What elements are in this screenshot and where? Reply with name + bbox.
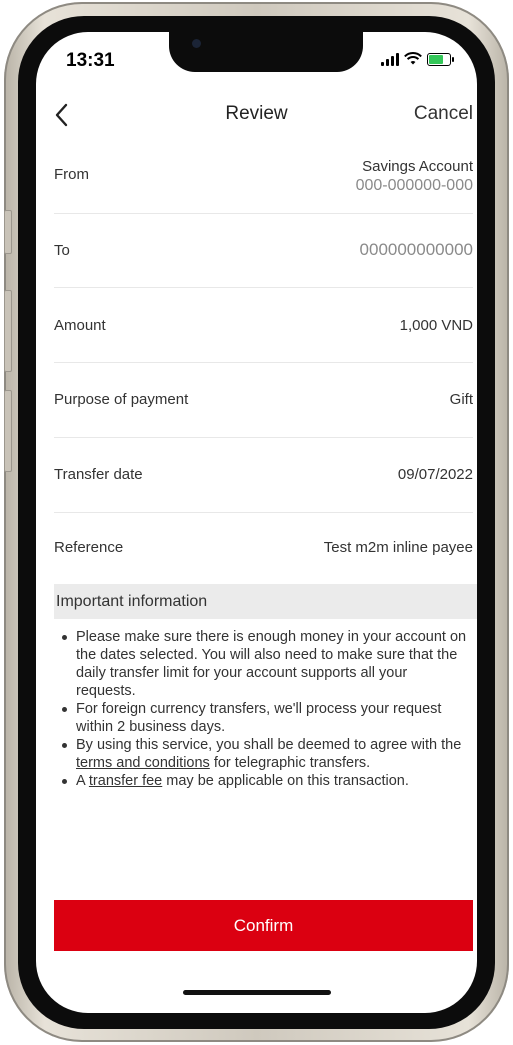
cancel-button[interactable]: Cancel	[414, 103, 473, 125]
confirm-button[interactable]: Confirm	[54, 900, 473, 951]
side-button	[4, 290, 12, 372]
camera-icon	[192, 39, 201, 48]
list-item: A transfer fee may be applicable on this…	[58, 772, 468, 790]
wifi-icon	[404, 52, 422, 65]
detail-row-purpose: Purpose of payment Gift	[54, 363, 473, 438]
battery-charging-icon	[427, 52, 454, 66]
to-label: To	[54, 242, 70, 259]
side-button	[4, 390, 12, 472]
from-label: From	[54, 166, 89, 183]
date-label: Transfer date	[54, 466, 143, 483]
signal-icon	[381, 52, 399, 66]
status-icons	[381, 52, 454, 66]
purpose-label: Purpose of payment	[54, 391, 189, 408]
side-button	[4, 210, 12, 254]
screen: 13:31 Review Cancel From Savings Account…	[36, 32, 477, 1013]
home-indicator	[183, 990, 331, 995]
status-time: 13:31	[66, 50, 115, 71]
page-title: Review	[225, 103, 288, 124]
purpose-value: Gift	[449, 391, 473, 408]
transfer-fee-link[interactable]: transfer fee	[89, 773, 162, 789]
list-item: Please make sure there is enough money i…	[58, 628, 468, 700]
to-account-number: 000000000000	[359, 240, 473, 259]
list-item: For foreign currency transfers, we'll pr…	[58, 700, 468, 736]
important-info-header: Important information	[54, 584, 477, 619]
detail-row-date: Transfer date 09/07/2022	[54, 438, 473, 513]
detail-row-reference: Reference Test m2m inline payee	[54, 513, 473, 584]
detail-row-amount: Amount 1,000 VND	[54, 288, 473, 363]
amount-value: 1,000 VND	[399, 317, 473, 334]
from-account-name: Savings Account	[362, 158, 473, 175]
nav-bar: Review Cancel	[36, 96, 477, 136]
date-value: 09/07/2022	[397, 466, 473, 483]
detail-row-from: From Savings Account 000-000000-000	[54, 136, 473, 214]
amount-label: Amount	[54, 317, 106, 334]
important-info-list: Please make sure there is enough money i…	[58, 628, 468, 790]
reference-label: Reference	[54, 539, 124, 556]
list-item: By using this service, you shall be deem…	[58, 736, 468, 772]
reference-value: Test m2m inline payee	[323, 539, 473, 556]
detail-row-to: To 000000000000	[54, 214, 473, 288]
from-account-number: 000-000000-000	[355, 177, 473, 194]
terms-and-conditions-link[interactable]: terms and conditions	[76, 755, 210, 771]
notch	[169, 32, 363, 72]
